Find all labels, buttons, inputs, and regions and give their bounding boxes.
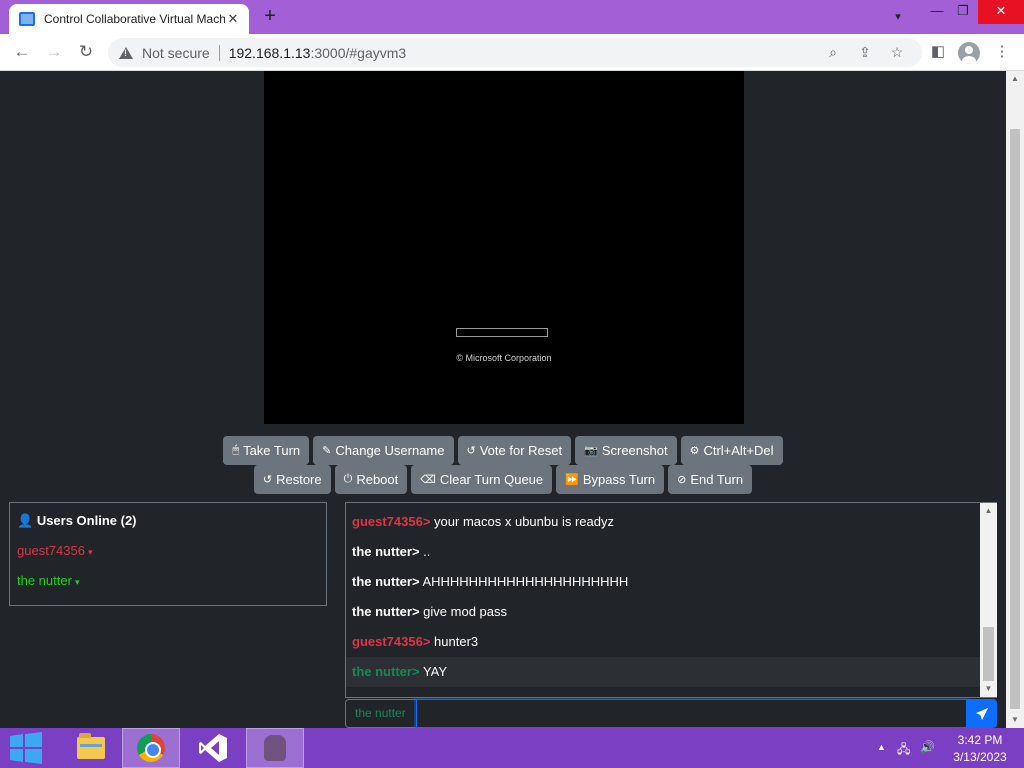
folder-icon bbox=[77, 733, 105, 759]
chat-message: the nutter> YAY bbox=[346, 657, 980, 687]
scroll-down-arrow[interactable]: ▼ bbox=[1006, 712, 1024, 728]
reboot-button[interactable]: ⏻ Reboot bbox=[334, 465, 408, 494]
profile-avatar-icon[interactable] bbox=[958, 42, 980, 64]
page-scrollbar[interactable]: ▲ ▼ bbox=[1006, 71, 1024, 728]
scroll-down-arrow[interactable]: ▼ bbox=[980, 681, 997, 697]
back-arrow-icon[interactable]: ← bbox=[10, 40, 34, 64]
reload-icon[interactable]: ↻ bbox=[74, 40, 98, 64]
screenshot-button[interactable]: 📷 Screenshot bbox=[575, 436, 677, 465]
address-bar[interactable]: Not secure 192.168.1.13:3000/#gayvm3 ⌕ ⇪… bbox=[108, 38, 922, 67]
scroll-up-arrow[interactable]: ▲ bbox=[1006, 71, 1024, 87]
change-username-button[interactable]: ✎ Change Username bbox=[313, 436, 454, 465]
ban-icon: ⊘ bbox=[677, 474, 687, 486]
user-entry-guest[interactable]: guest74356 ▾ bbox=[17, 543, 92, 558]
chrome-taskbar-button[interactable] bbox=[122, 728, 180, 768]
forward-arrow-icon[interactable]: → bbox=[42, 40, 66, 64]
camera-icon: 📷 bbox=[584, 445, 598, 457]
undo-icon: ↺ bbox=[262, 474, 273, 486]
file-explorer-taskbar-button[interactable] bbox=[62, 728, 120, 768]
take-turn-button[interactable]: 🖱 Take Turn bbox=[223, 436, 310, 465]
mouse-icon: 🖱 bbox=[232, 444, 240, 456]
tray-chevron-up-icon[interactable]: ▲ bbox=[877, 742, 886, 752]
send-icon bbox=[975, 707, 989, 720]
chat-message: the nutter> AHHHHHHHHHHHHHHHHHHHHH bbox=[352, 574, 629, 589]
users-online-heading: 👤 Users Online (2) bbox=[17, 513, 137, 528]
chat-username-label: the nutter bbox=[345, 699, 417, 728]
user-entry-nutter[interactable]: the nutter ▾ bbox=[17, 573, 79, 588]
rotate-icon: ↺ bbox=[466, 445, 476, 457]
volume-icon[interactable]: 🔊 bbox=[920, 740, 935, 754]
vm-boot-progress bbox=[456, 328, 548, 337]
chat-message: the nutter> .. bbox=[352, 544, 431, 559]
chat-scroll-thumb[interactable] bbox=[983, 627, 994, 681]
vm-display[interactable]: © Microsoft Corporation bbox=[264, 71, 744, 424]
tab-title: Control Collaborative Virtual Machine bbox=[44, 12, 225, 26]
gear-icon: ⚙ bbox=[689, 445, 700, 457]
bookmark-star-icon[interactable]: ☆ bbox=[887, 42, 907, 62]
windows-taskbar: ▲ 🖧 🔊 3:42 PM 3/13/2023 bbox=[0, 728, 1024, 768]
chevron-down-icon[interactable]: ▾ bbox=[888, 7, 908, 27]
clear-turn-queue-button[interactable]: ⌫ Clear Turn Queue bbox=[411, 465, 553, 494]
caret-down-icon: ▾ bbox=[74, 577, 80, 587]
page-content: © Microsoft Corporation 🖱 Take Turn ✎ Chan… bbox=[0, 71, 1006, 728]
close-window-button[interactable]: ✕ bbox=[978, 0, 1024, 24]
users-online-panel: 👤 Users Online (2) guest74356 ▾ the nutte… bbox=[9, 502, 327, 606]
user-icon: 👤 bbox=[17, 513, 37, 528]
visual-studio-icon bbox=[199, 734, 227, 762]
power-icon: ⏻ bbox=[343, 473, 353, 485]
monitor-icon bbox=[19, 12, 35, 26]
user-edit-icon: ✎ bbox=[322, 445, 332, 457]
end-turn-button[interactable]: ⊘ End Turn bbox=[668, 465, 753, 494]
bypass-turn-button[interactable]: ⏩ Bypass Turn bbox=[556, 465, 665, 494]
network-icon[interactable]: 🖧 bbox=[897, 740, 910, 761]
chat-input-row: the nutter bbox=[345, 699, 997, 728]
clock-date[interactable]: 3/13/2023 bbox=[948, 750, 1012, 764]
app-taskbar-button[interactable] bbox=[246, 728, 304, 768]
control-row-1: 🖱 Take Turn ✎ Change Username ↺ Vote for Re… bbox=[0, 436, 1006, 465]
control-row-2: ↺ Restore ⏻ Reboot ⌫ Clear Turn Queue ⏩ Bypa… bbox=[0, 465, 1006, 494]
send-button[interactable] bbox=[967, 699, 997, 728]
scroll-up-arrow[interactable]: ▲ bbox=[980, 503, 997, 519]
chat-scrollbar[interactable]: ▲ ▼ bbox=[980, 503, 997, 697]
warning-icon bbox=[119, 46, 133, 59]
chat-message: guest74356> your macos x ubunbu is ready… bbox=[352, 514, 614, 529]
side-panel-icon[interactable]: ◧ bbox=[926, 40, 950, 64]
close-tab-icon[interactable]: ✕ bbox=[225, 11, 241, 27]
restore-vm-button[interactable]: ↺ Restore bbox=[253, 465, 331, 494]
chat-message: guest74356> hunter3 bbox=[352, 634, 479, 649]
chat-input[interactable] bbox=[416, 699, 967, 728]
restore-button[interactable]: ❐ bbox=[944, 0, 982, 24]
clock-time[interactable]: 3:42 PM bbox=[948, 733, 1012, 747]
visual-studio-taskbar-button[interactable] bbox=[184, 728, 242, 768]
browser-tab-strip: Control Collaborative Virtual Machine ✕ … bbox=[0, 0, 1024, 34]
caret-down-icon: ▾ bbox=[87, 547, 93, 557]
chat-log[interactable]: guest74356> your macos x ubunbu is ready… bbox=[345, 502, 997, 698]
eraser-icon: ⌫ bbox=[420, 474, 436, 486]
chrome-icon bbox=[137, 734, 165, 762]
windows-logo-icon bbox=[10, 732, 42, 764]
new-tab-button[interactable]: + bbox=[258, 4, 282, 28]
url-host: 192.168.1.13 bbox=[228, 44, 311, 61]
menu-kebab-icon[interactable]: ⋮ bbox=[990, 40, 1014, 64]
browser-toolbar: ← → ↻ Not secure 192.168.1.13:3000/#gayv… bbox=[0, 34, 1024, 71]
share-icon[interactable]: ⇪ bbox=[855, 42, 875, 62]
app-icon bbox=[264, 735, 286, 761]
zoom-icon[interactable]: ⌕ bbox=[823, 42, 843, 62]
start-button[interactable] bbox=[0, 728, 52, 768]
browser-tab[interactable]: Control Collaborative Virtual Machine ✕ bbox=[9, 4, 249, 34]
url-path: :3000/#gayvm3 bbox=[310, 44, 407, 61]
forward-icon: ⏩ bbox=[565, 474, 579, 486]
divider bbox=[218, 44, 220, 61]
ctrl-alt-del-button[interactable]: ⚙ Ctrl+Alt+Del bbox=[680, 436, 783, 465]
vm-copyright-text: © Microsoft Corporation bbox=[456, 353, 552, 363]
vote-reset-button[interactable]: ↺ Vote for Reset bbox=[457, 436, 572, 465]
chat-message: the nutter> give mod pass bbox=[352, 604, 507, 619]
security-label[interactable]: Not secure bbox=[142, 45, 210, 61]
page-scroll-thumb[interactable] bbox=[1010, 129, 1020, 709]
